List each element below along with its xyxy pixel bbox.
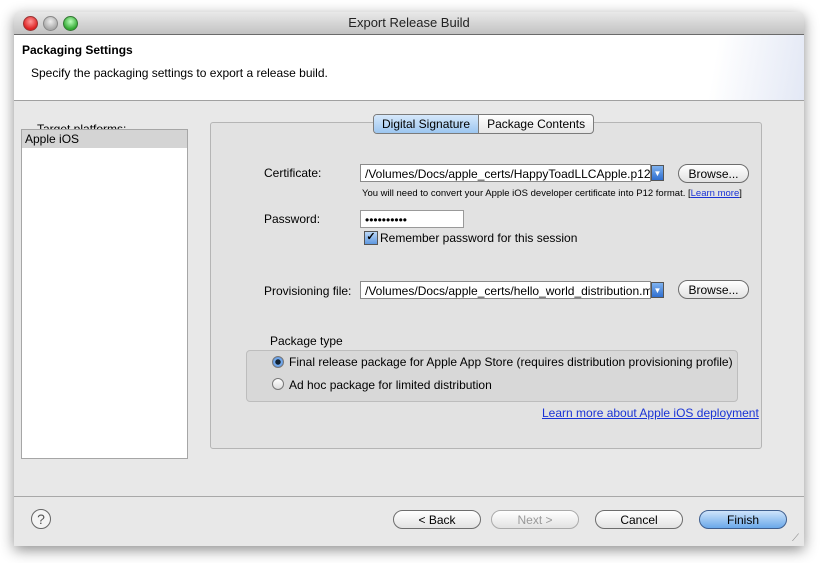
password-input[interactable]: •••••••••• xyxy=(360,210,464,228)
package-type-label: Package type xyxy=(270,334,343,348)
ios-deployment-link[interactable]: Learn more about Apple iOS deployment xyxy=(542,406,759,420)
learn-more-link[interactable]: Learn more xyxy=(691,188,740,199)
page-title: Packaging Settings xyxy=(22,43,133,57)
back-button[interactable]: < Back xyxy=(393,510,481,529)
close-window-button[interactable] xyxy=(23,16,38,31)
remember-password-label: Remember password for this session xyxy=(380,231,578,245)
hint-bracket: ] xyxy=(739,188,742,199)
certificate-dropdown-icon[interactable]: ▼ xyxy=(651,165,664,181)
minimize-window-button[interactable] xyxy=(43,16,58,31)
title-bar: Export Release Build xyxy=(14,12,804,35)
window-title: Export Release Build xyxy=(348,15,470,30)
resize-grip-icon[interactable]: ⟋ xyxy=(792,533,799,544)
next-button[interactable]: Next > xyxy=(491,510,579,529)
help-icon[interactable]: ? xyxy=(31,509,51,529)
footer-divider xyxy=(14,496,804,497)
target-platforms-list[interactable]: Apple iOS xyxy=(21,129,188,459)
certificate-browse-button[interactable]: Browse... xyxy=(678,164,749,183)
provisioning-browse-button[interactable]: Browse... xyxy=(678,280,749,299)
wizard-header: Packaging Settings Specify the packaging… xyxy=(14,35,804,101)
app-store-radio[interactable] xyxy=(272,356,284,368)
tab-bar: Digital Signature Package Contents xyxy=(373,114,595,134)
remember-password-checkbox[interactable]: ✓ xyxy=(364,231,378,245)
cancel-button[interactable]: Cancel xyxy=(595,510,683,529)
tab-package-contents[interactable]: Package Contents xyxy=(479,115,593,133)
page-description: Specify the packaging settings to export… xyxy=(31,66,328,80)
finish-button[interactable]: Finish xyxy=(699,510,787,529)
certificate-combo[interactable]: /Volumes/Docs/apple_certs/HappyToadLLCAp… xyxy=(360,164,651,182)
app-store-label: Final release package for Apple App Stor… xyxy=(289,355,733,369)
tab-digital-signature[interactable]: Digital Signature xyxy=(374,115,480,133)
zoom-window-button[interactable] xyxy=(63,16,78,31)
ad-hoc-radio[interactable] xyxy=(272,378,284,390)
platform-item-apple-ios[interactable]: Apple iOS xyxy=(22,130,187,148)
password-label: Password: xyxy=(264,212,321,226)
provisioning-dropdown-icon[interactable]: ▼ xyxy=(651,282,664,298)
ad-hoc-label: Ad hoc package for limited distribution xyxy=(289,378,492,392)
provisioning-combo[interactable]: /Volumes/Docs/apple_certs/hello_world_di… xyxy=(360,281,651,299)
certificate-label: Certificate: xyxy=(264,166,322,180)
provisioning-label: Provisioning file: xyxy=(264,284,352,298)
certificate-hint: You will need to convert your Apple iOS … xyxy=(362,188,691,199)
